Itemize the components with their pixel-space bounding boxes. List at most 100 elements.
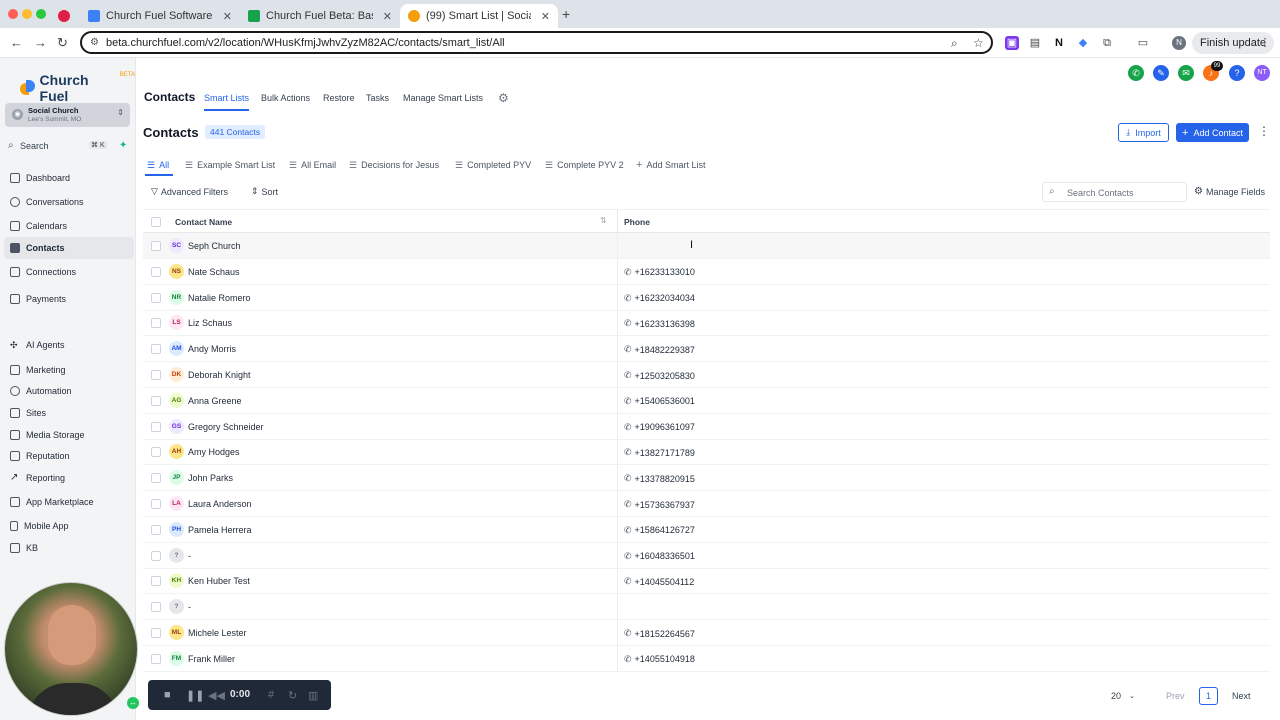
prev-page-button[interactable]: Prev [1166,691,1185,701]
sidebar-item-contacts[interactable]: Contacts [4,237,134,259]
table-row[interactable]: ? - [143,594,1270,621]
import-button[interactable]: ⤓ Import [1118,123,1169,142]
subnav-restore[interactable]: Restore [323,93,355,103]
sidebar-item-reporting[interactable]: ↗ Reporting [4,467,134,489]
contact-name[interactable]: John Parks [188,473,233,483]
table-row[interactable]: NS Nate Schaus ✆ +16233133010 [143,258,1270,285]
sidebar-item-reputation[interactable]: Reputation [4,445,134,467]
sidebar-item-media-storage[interactable]: Media Storage [4,424,134,446]
smart-list-tab-all[interactable]: ☰ All [147,157,169,173]
smart-list-tab-example[interactable]: ☰ Example Smart List [185,157,275,173]
notion-extension-icon[interactable]: N [1052,36,1066,50]
table-row[interactable]: GS Gregory Schneider ✆ +19096361097 [143,413,1270,440]
column-contact-name[interactable]: Contact Name [175,217,232,227]
browser-tab-3[interactable]: (99) Smart List | Social Ch ✕ [400,4,558,28]
restart-icon[interactable]: ↻ [288,689,297,702]
table-row[interactable]: SC Seph Church [143,233,1270,259]
column-sort-icon[interactable]: ⇅ [600,216,607,225]
table-row[interactable]: ML Michele Lester ✆ +18152264567 [143,620,1270,646]
row-checkbox[interactable] [151,576,161,587]
select-all-checkbox[interactable] [151,217,161,227]
contact-phone[interactable]: ✆ +19096361097 [624,422,695,433]
contact-phone[interactable]: ✆ +14045504112 [624,576,694,587]
webcam-overlay[interactable] [4,582,138,716]
site-info-icon[interactable]: ⚙ [90,37,99,48]
new-tab-icon[interactable]: + [562,6,570,22]
magic-wand-icon[interactable]: ✎ [1153,65,1169,81]
sidebar-item-app-marketplace[interactable]: App Marketplace [4,491,134,513]
settings-gear-icon[interactable]: ⚙ [498,91,509,105]
pause-icon[interactable]: ❚❚ [186,689,204,702]
webcam-resize-icon[interactable]: ↔ [127,697,139,709]
contact-name[interactable]: - [188,551,191,561]
row-checkbox[interactable] [151,241,161,251]
row-checkbox[interactable] [151,524,161,535]
contact-name[interactable]: Frank Miller [188,654,235,664]
row-checkbox[interactable] [151,421,161,432]
row-checkbox[interactable] [151,628,161,638]
page-size-select[interactable]: 20 ⌄ [1111,688,1147,704]
subnav-bulk-actions[interactable]: Bulk Actions [261,93,310,103]
row-checkbox[interactable] [151,602,161,613]
contact-phone[interactable]: ✆ +15406536001 [624,396,695,407]
contact-name[interactable]: Liz Schaus [188,318,232,328]
smart-list-tab-completed-pyv[interactable]: ☰ Completed PYV [455,157,531,173]
contact-name[interactable]: Gregory Schneider [188,422,264,432]
browser-menu-icon[interactable]: ⋮ [1258,36,1272,50]
sidebar-item-connections[interactable]: Connections [4,261,134,283]
window-close-dot[interactable] [8,9,18,19]
table-row[interactable]: LA Laura Anderson ✆ +15736367937 [143,491,1270,517]
table-row[interactable]: AM Andy Morris ✆ +18482229387 [143,336,1270,363]
row-checkbox[interactable] [151,499,161,509]
add-contact-button[interactable]: + Add Contact [1176,123,1249,142]
advanced-filters-button[interactable]: ▽ Advanced Filters [151,186,228,197]
sort-button[interactable]: ⇕ Sort [251,186,278,197]
contact-name[interactable]: Amy Hodges [188,447,240,457]
contact-name[interactable]: Anna Greene [188,396,242,406]
table-row[interactable]: JP John Parks ✆ +13378820915 [143,465,1270,492]
brand-logo[interactable]: Church Fuel BETA [20,72,135,104]
help-icon[interactable]: ? [1229,65,1245,81]
tab-close-icon[interactable]: ✕ [383,10,392,23]
next-page-button[interactable]: Next [1232,691,1251,701]
row-checkbox[interactable] [151,370,161,380]
table-row[interactable]: NR Natalie Romero ✆ +16232034034 [143,284,1270,311]
sidebar-item-marketing[interactable]: Marketing [4,359,134,381]
page-number-current[interactable]: 1 [1199,687,1218,705]
recording-tab-icon[interactable] [58,4,74,28]
window-minimize-dot[interactable] [22,9,32,19]
contact-name[interactable]: Natalie Romero [188,293,251,303]
tab-close-icon[interactable]: ✕ [223,10,232,23]
contact-name[interactable]: Nate Schaus [188,267,240,277]
announcement-icon[interactable]: ✉ [1178,65,1194,81]
row-checkbox[interactable] [151,266,161,277]
tab-close-icon[interactable]: ✕ [541,10,550,23]
phone-call-icon[interactable]: ✆ [1128,65,1144,81]
contact-name[interactable]: Michele Lester [188,628,247,638]
table-row[interactable]: PH Pamela Herrera ✆ +15864126727 [143,516,1270,543]
subnav-tasks[interactable]: Tasks [366,93,389,103]
table-row[interactable]: DK Deborah Knight ✆ +12503205830 [143,362,1270,388]
add-smart-list-button[interactable]: + Add Smart List [636,157,705,173]
user-avatar[interactable]: NT [1254,65,1270,81]
contact-phone[interactable]: ✆ +18482229387 [624,344,695,355]
smart-list-tab-decisions[interactable]: ☰ Decisions for Jesus [349,157,439,173]
extension-icon[interactable]: ▣ [1005,36,1019,50]
row-checkbox[interactable] [151,653,161,664]
contact-name[interactable]: - [188,602,191,612]
extensions-puzzle-icon[interactable]: ⧉ [1100,36,1114,50]
manage-fields-button[interactable]: ⚙ Manage Fields [1194,186,1265,197]
sidebar-item-calendars[interactable]: Calendars [4,215,134,237]
row-checkbox[interactable] [151,550,161,561]
extension-icon[interactable]: ▤ [1028,36,1042,50]
contact-name[interactable]: Andy Morris [188,344,236,354]
sidebar-item-mobile-app[interactable]: Mobile App [4,515,134,537]
bookmark-star-icon[interactable]: ☆ [973,36,984,50]
subnav-manage-smart-lists[interactable]: Manage Smart Lists [403,93,483,103]
forward-icon[interactable]: → [34,35,47,50]
contacts-search-input[interactable] [1067,186,1182,199]
contact-phone[interactable]: ✆ +14055104918 [624,654,695,665]
browser-tab-1[interactable]: Church Fuel Software - Educa ✕ [80,4,240,28]
sidebar-item-automation[interactable]: Automation [4,380,134,402]
extension-icon[interactable]: ◆ [1076,36,1090,50]
